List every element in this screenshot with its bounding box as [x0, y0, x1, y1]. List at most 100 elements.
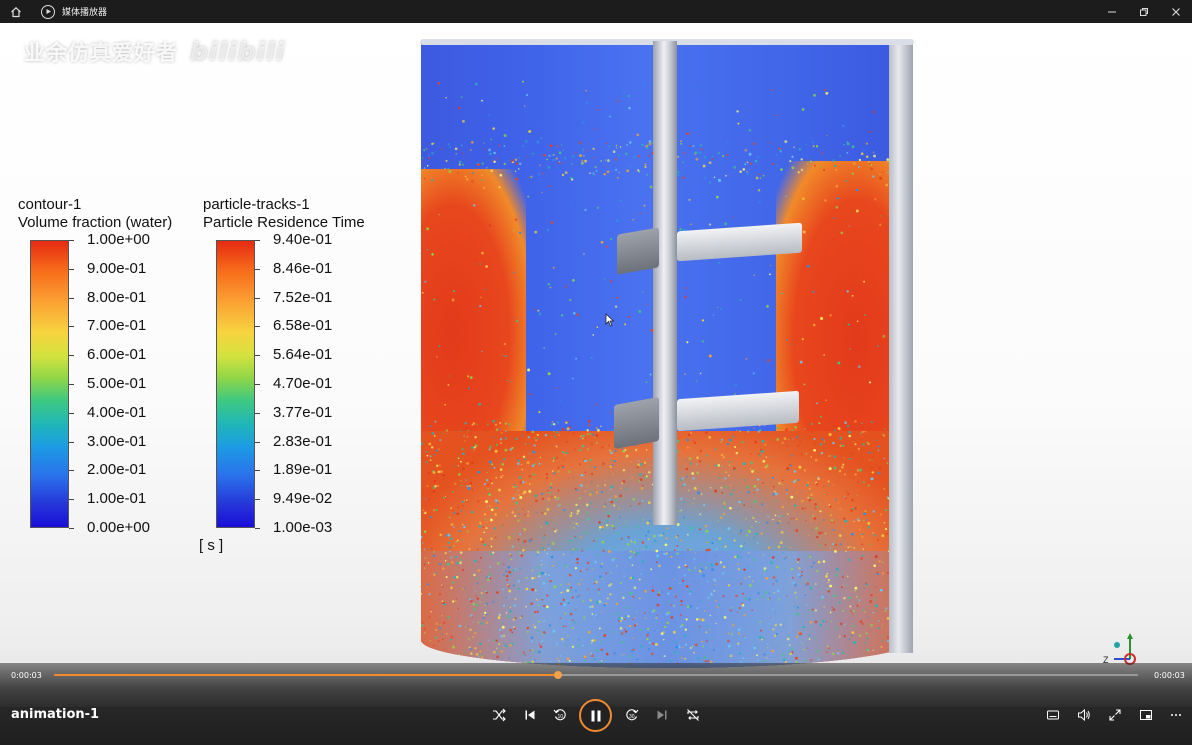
legend-tick — [69, 268, 74, 270]
legend-tick — [69, 470, 74, 472]
shuffle-button[interactable] — [489, 705, 509, 725]
forward-30-button[interactable]: 30 — [622, 705, 642, 725]
legend-tick — [69, 355, 74, 357]
legend-tick-label: 9.00e-01 — [87, 259, 147, 277]
legend-tick — [255, 355, 260, 357]
legend-tick — [255, 470, 260, 472]
current-time: 0:00:03 — [11, 671, 42, 680]
close-button[interactable] — [1160, 0, 1192, 23]
legend-tick — [255, 528, 260, 529]
legend-tick-label: 9.49e-02 — [273, 490, 333, 508]
legend-tick — [255, 384, 260, 385]
impeller-blade-lower-left — [614, 397, 659, 449]
shuffle-icon — [493, 708, 506, 722]
more-icon — [1171, 714, 1181, 716]
legend-tick — [255, 240, 260, 241]
next-button[interactable] — [652, 705, 672, 725]
skip-previous-icon — [525, 710, 535, 720]
legend-tick — [255, 297, 260, 299]
close-icon — [1172, 7, 1180, 16]
mouse-cursor-icon — [605, 313, 615, 327]
legend-tick-label: 5.64e-01 — [273, 346, 333, 364]
legend-tick-label: 0.00e+00 — [87, 519, 150, 536]
skip-next-icon — [657, 710, 667, 720]
mini-player-icon — [1140, 710, 1152, 720]
more-options-button[interactable] — [1166, 705, 1186, 725]
window-title: 媒体播放器 — [62, 8, 108, 18]
legend-tick-label: 7.00e-01 — [87, 317, 147, 335]
legend-tick-label: 6.00e-01 — [87, 346, 147, 364]
legend-tick — [255, 268, 260, 270]
mini-view-button[interactable] — [1136, 705, 1156, 725]
legend-tick-label: 4.70e-01 — [273, 375, 333, 392]
bilibili-watermark: 业余仿真爱好者 bilibili — [24, 37, 285, 67]
home-button[interactable] — [0, 0, 32, 23]
legend-tick — [69, 441, 74, 443]
captions-button[interactable] — [1043, 705, 1063, 725]
seek-bar[interactable] — [54, 671, 1138, 679]
legend-tick-label: 2.00e-01 — [87, 461, 147, 479]
fullscreen-icon — [1109, 709, 1121, 721]
seek-thumb[interactable] — [554, 671, 563, 679]
legend-tick-label: 6.58e-01 — [273, 317, 333, 335]
legend-tick-label: 1.00e-01 — [87, 490, 147, 508]
legend-tick — [69, 240, 74, 241]
legend-tick — [69, 297, 74, 299]
volume-icon — [1078, 708, 1090, 722]
media-player-app-icon — [41, 4, 55, 19]
legend-tick-label: 2.83e-01 — [273, 432, 333, 450]
legend-tick-label: 8.46e-01 — [273, 259, 333, 277]
svg-text:30: 30 — [629, 714, 635, 720]
legend-tick-label: 5.00e-01 — [87, 375, 147, 392]
video-frame[interactable]: 业余仿真爱好者 bilibili contour-1 Volume fractio… — [0, 23, 1192, 707]
contour-color-bar — [30, 240, 69, 528]
legend-tick-label: 1.00e-03 — [273, 519, 333, 536]
legend-tick — [255, 326, 260, 328]
legend-tick — [69, 326, 74, 328]
legend-tick — [69, 528, 74, 529]
home-icon — [11, 6, 21, 17]
window-controls — [1096, 0, 1192, 23]
forward-30-icon: 30 — [626, 709, 639, 721]
previous-button[interactable] — [520, 705, 540, 725]
legend-tick-label: 7.52e-01 — [273, 288, 333, 306]
legend-tick — [69, 384, 74, 385]
impeller-shaft — [653, 41, 677, 525]
captions-icon — [1047, 710, 1059, 720]
legend-tick — [255, 499, 260, 501]
legend-tick — [69, 412, 74, 414]
particle-color-bar — [216, 240, 255, 528]
repeat-button[interactable] — [683, 705, 703, 725]
title-bar: 媒体播放器 — [0, 0, 1192, 23]
legend-tick-label: 1.89e-01 — [273, 461, 333, 479]
play-pause-button[interactable] — [579, 699, 612, 732]
legend-tick-label: 8.00e-01 — [87, 288, 147, 306]
total-time: 0:00:03 — [1154, 671, 1185, 680]
legend-volume-fraction: contour-1 Volume fraction (water) 1.00e+… — [18, 196, 173, 536]
repeat-off-icon — [687, 709, 699, 721]
media-title: animation-1 — [11, 707, 100, 722]
legend-particle-variable: Particle Residence Time — [203, 214, 365, 231]
svg-text:10: 10 — [558, 714, 564, 720]
legend-tick — [69, 499, 74, 501]
restore-icon — [1140, 7, 1148, 16]
bilibili-logo: bilibili — [190, 37, 286, 66]
legend-tick-label: 4.00e-01 — [87, 403, 147, 421]
legend-tick-label: 3.00e-01 — [87, 432, 147, 450]
legend-contour-variable: Volume fraction (water) — [18, 214, 173, 231]
tank-wall — [889, 41, 913, 653]
restore-button[interactable] — [1128, 0, 1160, 23]
seek-progress — [54, 674, 559, 676]
volume-button[interactable] — [1074, 705, 1094, 725]
minimize-icon — [1108, 11, 1116, 12]
rewind-10-button[interactable]: 10 — [550, 705, 570, 725]
legend-tick — [255, 441, 260, 443]
legend-residence-time: particle-tracks-1 Particle Residence Tim… — [199, 196, 365, 554]
channel-name: 业余仿真爱好者 — [24, 41, 178, 65]
legend-unit: [ s ] — [199, 537, 224, 554]
legend-tick-label: 1.00e+00 — [87, 231, 150, 248]
minimize-button[interactable] — [1096, 0, 1128, 23]
impeller-blade-upper-left — [617, 227, 659, 275]
fullscreen-button[interactable] — [1105, 705, 1125, 725]
pause-icon — [591, 710, 600, 721]
